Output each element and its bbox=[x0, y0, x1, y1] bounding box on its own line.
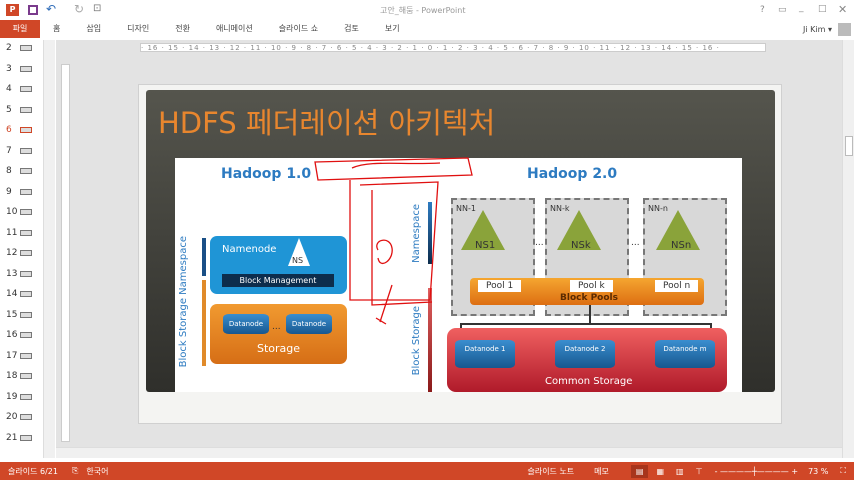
horizontal-scrollbar[interactable] bbox=[56, 447, 842, 458]
scroll-thumb[interactable] bbox=[845, 136, 853, 156]
pen-annotation bbox=[314, 157, 473, 325]
fit-slide-icon[interactable]: ⛶ bbox=[840, 466, 846, 476]
zoom-level[interactable]: 73 % bbox=[808, 467, 828, 476]
notes-button[interactable]: 슬라이드 노트 bbox=[527, 466, 574, 477]
comments-button[interactable]: 메모 bbox=[594, 466, 609, 477]
slideshow-view-icon[interactable]: ⊤ bbox=[696, 467, 703, 476]
slide-counter: 슬라이드 6/21 bbox=[8, 466, 58, 476]
spellcheck-icon[interactable]: ⎘ bbox=[72, 466, 78, 476]
zoom-slider[interactable]: - ————┼———— + bbox=[715, 467, 799, 476]
normal-view-icon[interactable]: ▤ bbox=[630, 464, 649, 478]
reading-view-icon[interactable]: ▥ bbox=[676, 467, 684, 476]
slide-sorter-icon[interactable]: ▦ bbox=[656, 467, 664, 476]
vertical-scrollbar[interactable] bbox=[842, 40, 854, 458]
status-bar: 슬라이드 6/21 ⎘ 한국어 슬라이드 노트 메모 ▤ ▦ ▥ ⊤ - ———… bbox=[0, 462, 854, 480]
language[interactable]: 한국어 bbox=[86, 466, 108, 477]
